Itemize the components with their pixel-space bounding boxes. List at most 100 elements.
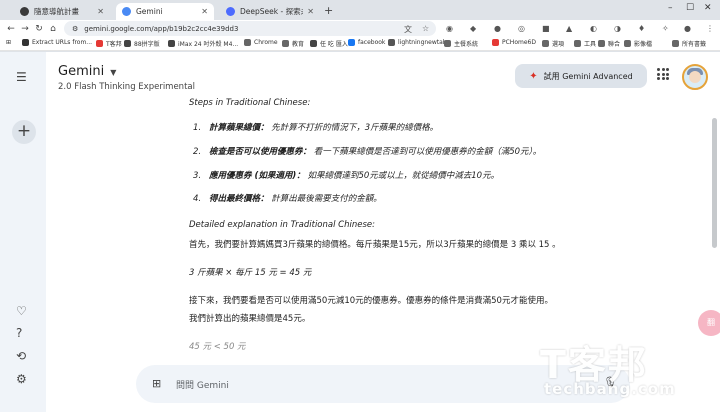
- bookmark-item[interactable]: T客邦: [96, 39, 122, 48]
- step-title: 檢查是否可以使用優惠券：: [209, 147, 312, 157]
- bookmark-favicon: [542, 40, 549, 47]
- bookmark-folder[interactable]: 影像檔: [624, 39, 652, 48]
- home-icon[interactable]: ⌂: [46, 24, 60, 34]
- sparkle-icon: ✦: [529, 70, 538, 82]
- gemini-app: ☰ + ♡ ? ⟲ ⚙ Gemini ▼ 2.0 Flash Thinking E…: [0, 52, 720, 412]
- back-icon[interactable]: ←: [4, 24, 18, 34]
- github-icon: [20, 7, 29, 16]
- close-icon[interactable]: ✕: [97, 7, 104, 16]
- float-label: 翻: [707, 318, 715, 327]
- translate-icon[interactable]: 文: [404, 24, 412, 35]
- extension-icon[interactable]: ■: [542, 24, 550, 33]
- puzzle-icon[interactable]: ✧: [662, 24, 669, 33]
- bookmark-item[interactable]: PCHome6D: [492, 39, 536, 46]
- address-bar[interactable]: ⚙ gemini.google.com/app/b19b2c2cc4e39dd3: [64, 21, 436, 36]
- new-chat-button[interactable]: +: [12, 120, 36, 144]
- brand-title: Gemini: [58, 64, 105, 79]
- floating-translate-button[interactable]: 翻: [698, 310, 720, 336]
- bookmark-item[interactable]: iMax 24 吋外殼 M4...: [168, 39, 238, 48]
- gem-manager-icon[interactable]: ♡: [16, 304, 27, 318]
- gemini-icon: [122, 7, 131, 16]
- avatar[interactable]: [682, 64, 708, 90]
- bookmark-item[interactable]: Extract URLs from...: [22, 39, 92, 46]
- apps-icon[interactable]: ⊞: [6, 39, 11, 46]
- bookmark-label: 所有書籤: [682, 41, 707, 48]
- bookmark-item[interactable]: 任 吃 匯入: [310, 39, 348, 48]
- google-apps-icon[interactable]: [657, 68, 669, 80]
- tab-2[interactable]: Gemini ✕: [116, 3, 214, 20]
- extension-icon[interactable]: ◑: [614, 24, 621, 33]
- step-number: 3.: [193, 171, 202, 181]
- step-item: 1. 計算蘋果總價： 先計算不打折的情況下，3斤蘋果的總價格。: [193, 121, 438, 133]
- bookmark-favicon: [310, 40, 317, 47]
- bookmark-star-icon[interactable]: ☆: [422, 24, 429, 33]
- side-rail: ☰ + ♡ ? ⟲ ⚙: [0, 52, 46, 412]
- help-icon[interactable]: ?: [16, 326, 22, 340]
- forward-icon[interactable]: →: [18, 24, 32, 34]
- step-title: 得出最終價格：: [209, 194, 269, 204]
- extension-icon[interactable]: ◐: [590, 24, 597, 33]
- bookmark-label: 工具: [584, 41, 597, 48]
- folder-icon: [574, 40, 581, 47]
- profile-icon[interactable]: ●: [684, 24, 691, 33]
- bookmark-favicon: [388, 39, 395, 46]
- extension-icon[interactable]: ●: [494, 24, 501, 33]
- window-close-icon[interactable]: ✕: [704, 3, 712, 13]
- step-item: 2. 檢查是否可以使用優惠券： 看一下蘋果總價是否達到可以使用優惠券的金額（滿50…: [193, 145, 541, 157]
- model-name: 2.0 Flash Thinking Experimental: [58, 82, 195, 92]
- reload-icon[interactable]: ↻: [32, 24, 46, 34]
- extension-icon[interactable]: ◉: [446, 24, 453, 33]
- site-info-icon[interactable]: ⚙: [72, 25, 78, 33]
- step-text: 先計算不打折的情況下，3斤蘋果的總價格。: [271, 123, 439, 133]
- tab-1[interactable]: 隨意導航計畫 ✕: [14, 3, 110, 20]
- tab-title: DeepSeek - 探索未至之境: [240, 7, 303, 16]
- bookmark-item[interactable]: 88拼字版: [124, 39, 160, 48]
- scrollbar[interactable]: [712, 118, 717, 248]
- extension-icon[interactable]: ◆: [470, 24, 476, 33]
- bookmark-folder[interactable]: 聯合: [598, 39, 620, 48]
- tab-strip: 隨意導航計畫 ✕ Gemini ✕ DeepSeek - 探索未至之境 ✕ + …: [0, 0, 720, 20]
- new-tab-icon[interactable]: +: [324, 4, 333, 17]
- maximize-icon[interactable]: ☐: [686, 3, 694, 13]
- paragraph: 我們計算出的蘋果總價是45元。: [189, 314, 311, 324]
- settings-icon[interactable]: ⚙: [16, 372, 27, 386]
- formula: 3 斤蘋果 × 每斤 15 元 = 45 元: [189, 268, 312, 278]
- brand-menu[interactable]: Gemini ▼: [58, 64, 116, 79]
- extension-icon[interactable]: ◎: [518, 24, 525, 33]
- folder-icon: [244, 39, 251, 46]
- minimize-icon[interactable]: –: [668, 3, 673, 13]
- kebab-menu-icon[interactable]: ⋮: [706, 24, 714, 33]
- tab-3[interactable]: DeepSeek - 探索未至之境 ✕: [220, 3, 320, 20]
- bookmark-favicon: [22, 39, 29, 46]
- bookmark-item[interactable]: facebook: [348, 39, 385, 46]
- url-text: gemini.google.com/app/b19b2c2cc4e39dd3: [84, 24, 239, 33]
- bookmark-label: 主餐系統: [454, 41, 479, 48]
- add-image-icon[interactable]: ⊞: [152, 377, 161, 390]
- bookmark-item[interactable]: lightningnewtab: [388, 39, 447, 46]
- menu-icon[interactable]: ☰: [16, 70, 27, 84]
- extension-icon[interactable]: ♦: [638, 24, 645, 33]
- chevron-down-icon: ▼: [110, 68, 117, 77]
- close-icon[interactable]: ✕: [307, 7, 314, 16]
- bookmark-label: lightningnewtab: [398, 39, 447, 46]
- bookmark-folder[interactable]: 工具: [574, 39, 596, 48]
- bookmark-folder[interactable]: Chrome: [244, 39, 278, 46]
- bookmark-item[interactable]: 選項: [542, 39, 564, 48]
- all-bookmarks[interactable]: 所有書籤: [672, 39, 706, 48]
- step-title: 計算蘋果總價：: [209, 123, 269, 133]
- bookmark-folder[interactable]: 教育: [282, 39, 304, 48]
- bookmark-favicon: [168, 40, 175, 47]
- bookmark-item[interactable]: 主餐系統: [444, 39, 478, 48]
- gemini-advanced-button[interactable]: ✦ 試用 Gemini Advanced: [515, 64, 647, 88]
- bookmark-label: PCHome6D: [502, 39, 536, 46]
- steps-heading: Steps in Traditional Chinese:: [189, 98, 311, 108]
- step-number: 2.: [193, 147, 202, 157]
- step-text: 看一下蘋果總價是否達到可以使用優惠券的金額（滿50元）。: [313, 147, 542, 157]
- step-text: 如果總價達到50元或以上，就從總價中減去10元。: [307, 171, 500, 181]
- extension-icon[interactable]: ▲: [566, 24, 572, 33]
- bookmark-label: 選項: [552, 41, 565, 48]
- close-icon[interactable]: ✕: [201, 7, 208, 16]
- activity-icon[interactable]: ⟲: [16, 349, 26, 363]
- bookmark-label: 影像檔: [634, 41, 653, 48]
- tab-title: 隨意導航計畫: [34, 7, 79, 16]
